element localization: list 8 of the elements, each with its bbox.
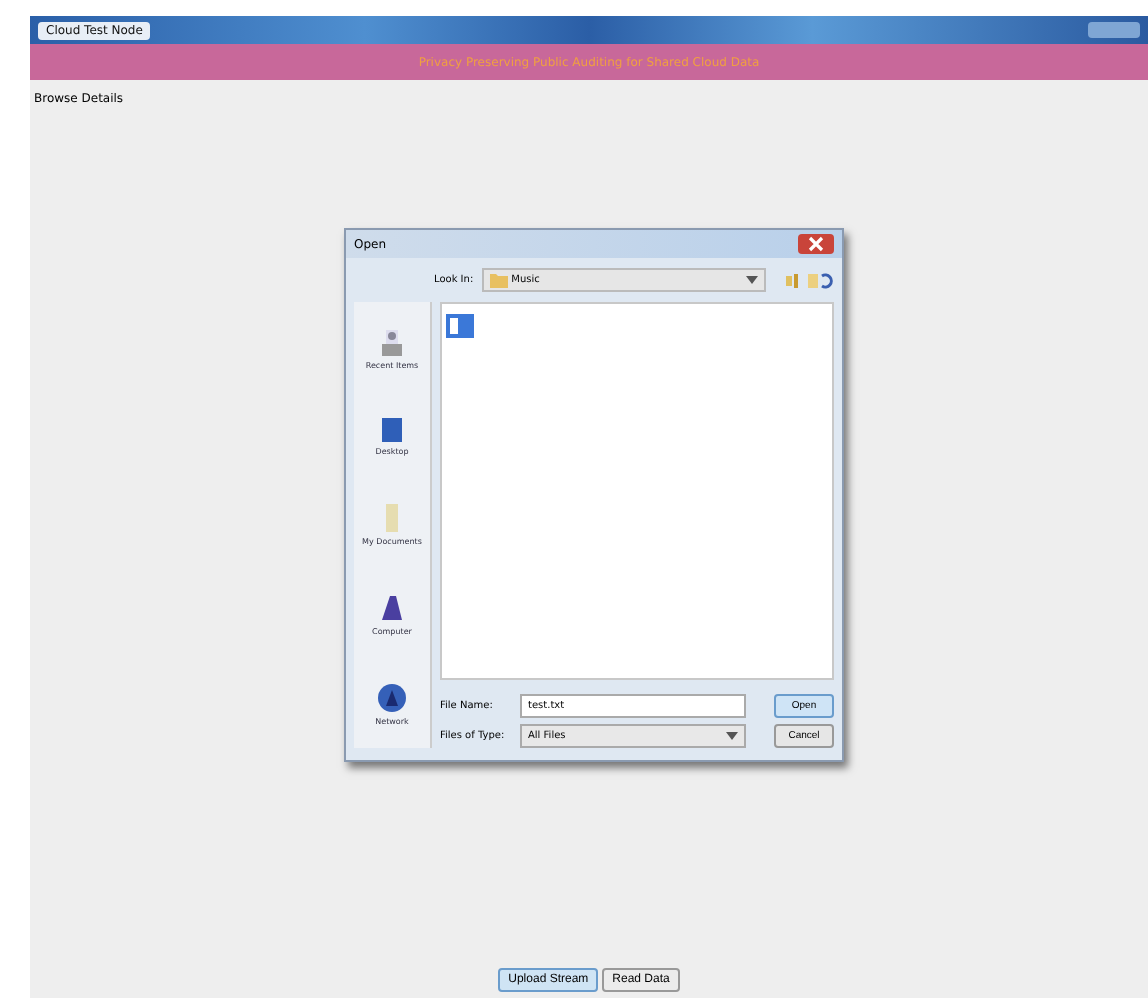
network-icon [375, 681, 408, 713]
file-icon[interactable] [446, 314, 474, 338]
folder-icon [489, 273, 508, 287]
recent-items-icon [377, 325, 406, 357]
close-button[interactable] [798, 234, 834, 254]
caret-icon[interactable] [726, 732, 738, 740]
caret-icon[interactable] [746, 276, 758, 284]
desktop-icon [380, 415, 404, 443]
